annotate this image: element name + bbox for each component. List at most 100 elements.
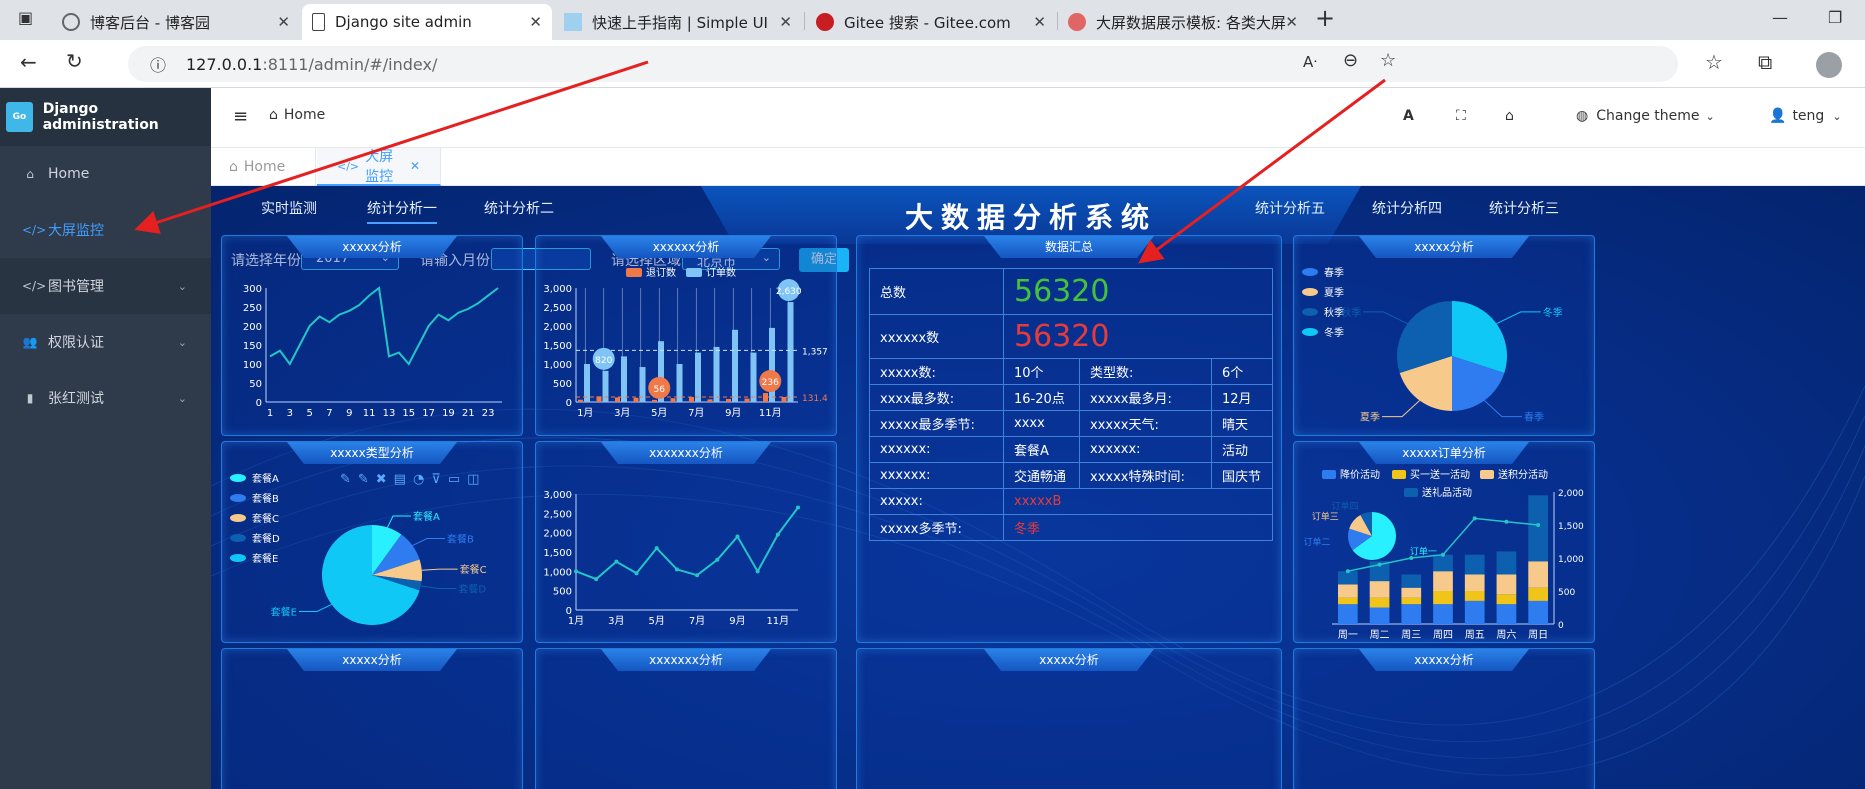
panel-pie-season: xxxxx分析 春季 夏季 秋季 冬季 冬季 春季 夏季 秋季: [1293, 235, 1595, 436]
brand[interactable]: Go Django administration: [0, 88, 211, 146]
panel-title: xxxxx分析: [1414, 653, 1474, 667]
y-tick-label: 250: [243, 303, 262, 314]
browser-tab-4[interactable]: Gitee 搜索 - Gitee.com ✕: [806, 4, 1056, 40]
tab-actions-icon[interactable]: ▣: [18, 8, 33, 27]
bar-refund: [615, 397, 620, 402]
close-tab-icon[interactable]: ✕: [779, 13, 792, 31]
table-row: xxxxx数: 10个 类型数: 6个: [869, 358, 1273, 385]
x-tick-label: 周日: [1528, 629, 1548, 641]
site-info-icon[interactable]: ⓘ: [150, 52, 166, 76]
x-tick-label: 1月: [568, 615, 584, 627]
data-point: [574, 569, 578, 574]
refresh-icon[interactable]: ↻: [66, 49, 83, 73]
stacked-bar: [1369, 581, 1390, 598]
x-tick-label: 周二: [1370, 629, 1390, 641]
data-point: [735, 534, 740, 539]
nav-realtime[interactable]: 实时监测: [261, 198, 317, 218]
y-tick-label: 2,500: [543, 303, 572, 314]
close-tab-icon[interactable]: ✕: [1033, 13, 1046, 31]
y-tick-label: 200: [243, 322, 262, 333]
django-logo-icon: Go: [6, 102, 33, 132]
browser-tab-1[interactable]: 博客后台 - 博客园 ✕: [52, 4, 300, 40]
y-tick-label: 0: [256, 398, 262, 409]
restore-icon[interactable]: ❐: [1828, 8, 1842, 27]
close-tab-icon[interactable]: ✕: [1285, 13, 1298, 31]
x-tick-label: 1: [267, 408, 273, 419]
legend-swatch: [1480, 470, 1494, 479]
chart-toolbox[interactable]: ✎✎✖▤◔⊽▭◫: [340, 472, 486, 487]
sidebar-item-home[interactable]: ⌂ Home: [0, 146, 211, 202]
close-tab-icon[interactable]: ✕: [529, 13, 542, 31]
home-icon[interactable]: ⌂: [1505, 108, 1514, 124]
legend-swatch: [230, 494, 246, 502]
legend-swatch: [230, 554, 246, 562]
sidebar-item-books[interactable]: </> 图书管理 ⌄: [0, 258, 211, 314]
browser-tab-3[interactable]: 快速上手指南 | Simple UI ✕: [554, 4, 802, 40]
count-value: 56320: [1003, 314, 1273, 359]
x-tick-label: 周六: [1496, 629, 1516, 641]
bar-order: [750, 352, 757, 402]
bar-refund: [744, 398, 750, 402]
minimize-icon[interactable]: —: [1772, 8, 1788, 27]
nav-stat-1[interactable]: 统计分析一: [367, 198, 437, 224]
nav-stat-4[interactable]: 统计分析四: [1372, 198, 1442, 218]
table-cell: 活动: [1211, 436, 1273, 463]
pie-label: 套餐C: [460, 563, 487, 576]
legend-swatch: [686, 268, 702, 277]
breadcrumb[interactable]: ⌂ Home: [269, 107, 325, 123]
add-favorite-icon[interactable]: ☆: [1380, 50, 1396, 71]
legend-swatch: [1322, 470, 1336, 479]
change-theme-button[interactable]: ◍ Change theme ⌄: [1576, 108, 1715, 124]
back-icon[interactable]: ←: [20, 50, 37, 74]
table-row: xxxxxx: 交通畅通 xxxxx特殊时间: 国庆节: [869, 462, 1273, 489]
close-tab-icon[interactable]: ✕: [410, 159, 420, 173]
table-cell: xxxxx特殊时间:: [1079, 462, 1212, 489]
font-size-icon[interactable]: A: [1403, 108, 1414, 124]
nav-stat-5[interactable]: 统计分析五: [1255, 198, 1325, 218]
nav-stat-3[interactable]: 统计分析三: [1489, 198, 1559, 218]
pie-label-line: [420, 585, 457, 590]
tab-dashboard[interactable]: </> 大屏监控 ✕: [317, 148, 441, 186]
breadcrumb-home: Home: [283, 107, 326, 123]
pie-label-line: [1483, 400, 1522, 418]
page-icon: [312, 13, 325, 31]
user-menu[interactable]: 👤 teng ⌄: [1769, 108, 1842, 124]
x-tick-label: 7: [326, 408, 332, 419]
y-tick-label: 3,000: [543, 284, 572, 295]
tab-home[interactable]: ⌂ Home: [211, 148, 316, 186]
data-point: [1472, 516, 1477, 521]
new-tab-icon[interactable]: +: [1315, 4, 1335, 32]
average-label: 1,357: [802, 347, 828, 357]
nav-stat-2[interactable]: 统计分析二: [484, 198, 554, 218]
fullscreen-icon[interactable]: ⛶: [1456, 108, 1466, 124]
collections-icon[interactable]: ⧉: [1758, 50, 1772, 74]
tab-label: Home: [243, 159, 286, 175]
stacked-bar: [1401, 604, 1422, 624]
pie-label-line: [421, 568, 458, 571]
legend-label: 夏季: [1324, 287, 1344, 299]
browser-tab-2[interactable]: Django site admin ✕: [302, 4, 552, 40]
panel-summary: 数据汇总 总数 56320 xxxxxx数 56320 xxxxx数: 10个 …: [856, 235, 1282, 643]
favorites-icon[interactable]: ☆: [1705, 50, 1723, 74]
table-cell: xxxxxx:: [869, 462, 1004, 489]
sidebar-item-auth[interactable]: 👥 权限认证 ⌄: [0, 314, 211, 370]
code-icon: </>: [22, 223, 47, 237]
legend-label: 退订数: [646, 266, 676, 279]
profile-avatar[interactable]: [1816, 52, 1842, 78]
bar-refund: [652, 399, 657, 402]
panel-title: xxxxx类型分析: [330, 446, 414, 460]
url-input[interactable]: ⓘ 127.0.0.1:8111/admin/#/index/ Aᐧ ⊖ ☆: [128, 46, 1678, 82]
y-tick-label: 0: [566, 398, 572, 409]
browser-tab-5[interactable]: 大屏数据展示模板: 各类大屏展示 ✕: [1058, 4, 1308, 40]
pie-label: 订单三: [1312, 511, 1339, 523]
panel-title: xxxxx订单分析: [1402, 446, 1486, 460]
menu-toggle-icon[interactable]: ≡: [233, 106, 248, 127]
legend-swatch: [230, 534, 246, 542]
zoom-icon[interactable]: ⊖: [1343, 50, 1358, 71]
sidebar-item-test[interactable]: ▮ 张红测试 ⌄: [0, 370, 211, 426]
close-tab-icon[interactable]: ✕: [277, 13, 290, 31]
sidebar-item-dashboard[interactable]: </> 大屏监控: [0, 202, 211, 258]
stacked-bar: [1528, 495, 1548, 562]
data-point: [614, 559, 619, 564]
read-aloud-icon[interactable]: Aᐧ: [1303, 53, 1317, 71]
